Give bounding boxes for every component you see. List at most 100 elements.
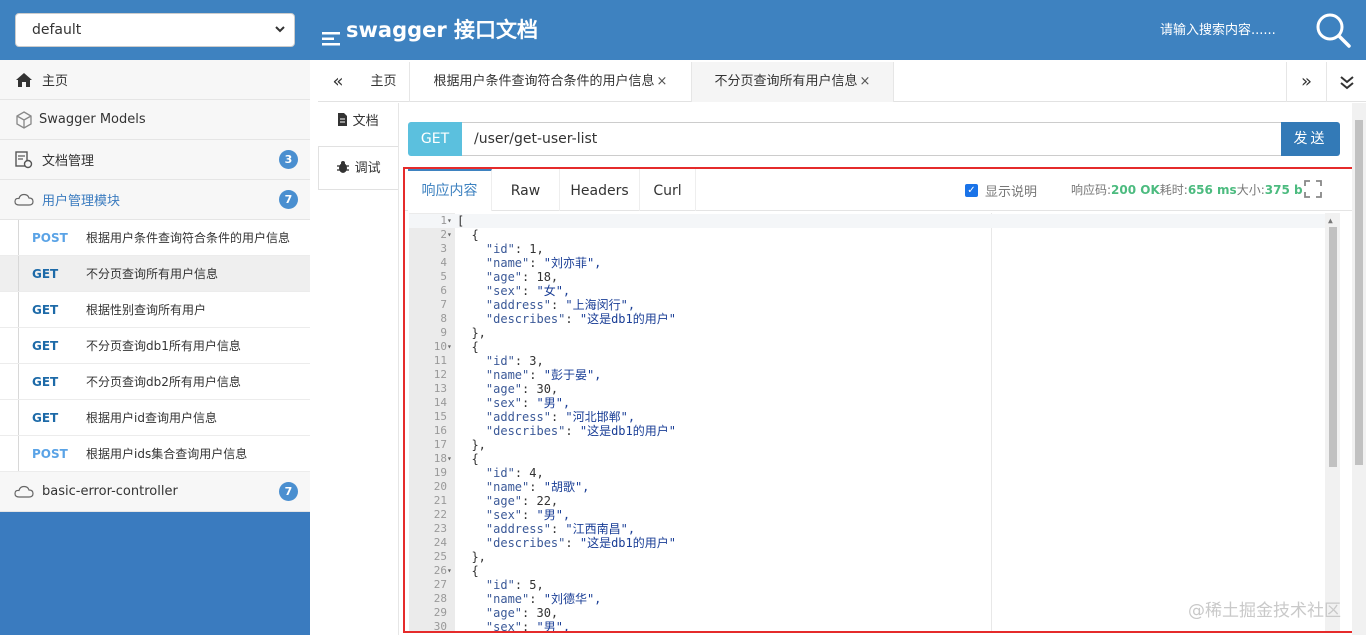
method-label: GET	[32, 410, 59, 425]
bug-icon	[336, 161, 354, 176]
tab-debug[interactable]: 调试	[318, 146, 398, 190]
tab-curl[interactable]: Curl	[640, 169, 696, 211]
doc-icon	[337, 113, 352, 129]
code-text: {	[457, 228, 479, 242]
line-number: 29	[433, 606, 447, 619]
tab-response-content[interactable]: 响应内容	[408, 169, 492, 211]
tab-home[interactable]: 主页	[358, 62, 410, 102]
method-label: GET	[32, 302, 59, 317]
page-scrollbar-thumb[interactable]	[1355, 120, 1363, 465]
line-number: 11	[433, 354, 447, 367]
code-line: 5 "age": 18,	[409, 270, 1340, 284]
tabs-prev-button[interactable]: «	[318, 62, 358, 102]
cube-icon	[14, 110, 34, 130]
code-text: "sex": "女",	[485, 284, 571, 298]
code-text: "describes": "这是db1的用户"	[485, 312, 676, 326]
code-text: "id": 1,	[485, 242, 544, 256]
checkbox-checked-icon[interactable]: ✓	[965, 183, 978, 197]
code-line: 21 "age": 22,	[409, 494, 1340, 508]
code-text: "id": 5,	[485, 578, 544, 592]
tab-label: 不分页查询所有用户信息	[714, 74, 858, 89]
api-label: 根据用户ids集合查询用户信息	[86, 447, 248, 461]
sidebar-item-label: 文档管理	[42, 154, 95, 169]
code-line: 17 },	[409, 438, 1340, 452]
search-input[interactable]: 请输入搜索内容......	[1160, 20, 1300, 42]
api-item[interactable]: GET 根据用户id查询用户信息	[0, 400, 310, 436]
api-item[interactable]: GET 根据性别查询所有用户	[0, 292, 310, 328]
api-item[interactable]: POST 根据用户ids集合查询用户信息	[0, 436, 310, 472]
fold-arrow-icon[interactable]: ▾	[447, 452, 455, 466]
response-tabs: 响应内容 Raw Headers Curl ✓ 显示说明 响应码:200 OK耗…	[405, 169, 1352, 211]
api-item[interactable]: GET 不分页查询所有用户信息	[0, 256, 310, 292]
fold-arrow-icon[interactable]: ▾	[447, 340, 455, 354]
code-line: 22 "sex": "男",	[409, 508, 1340, 522]
tab-headers[interactable]: Headers	[560, 169, 640, 211]
count-badge: 7	[279, 190, 298, 209]
count-badge: 3	[279, 150, 298, 169]
close-icon[interactable]: ×	[657, 74, 668, 89]
tab-bar: « 主页 根据用户条件查询符合条件的用户信息 × 不分页查询所有用户信息 × »	[318, 62, 1366, 102]
sidebar-item-user-module[interactable]: 用户管理模块 7	[0, 180, 310, 220]
line-number: 30	[433, 620, 447, 633]
sidebar-item-error-controller[interactable]: basic-error-controller 7	[0, 472, 310, 512]
fold-arrow-icon[interactable]: ▾	[447, 214, 455, 228]
line-number: 19	[433, 466, 447, 479]
brand-title: swagger 接口文档	[346, 18, 539, 42]
menu-icon[interactable]	[322, 23, 340, 46]
tab-get-user-list[interactable]: 不分页查询所有用户信息 ×	[692, 62, 894, 102]
code-text: "describes": "这是db1的用户"	[485, 536, 676, 550]
code-text: "name": "胡歌",	[485, 480, 590, 494]
request-bar: GET /user/get-user-list 发送	[408, 122, 1340, 156]
tab-label: 文档	[352, 114, 379, 129]
code-text: "age": 30,	[485, 382, 559, 396]
tabs-next-button[interactable]: »	[1286, 62, 1326, 102]
tab-raw[interactable]: Raw	[492, 169, 560, 211]
group-select[interactable]: default	[15, 13, 295, 47]
line-number: 17	[433, 438, 447, 451]
line-number: 4	[440, 256, 447, 269]
close-icon[interactable]: ×	[860, 74, 871, 89]
code-text: {	[457, 564, 479, 578]
fold-arrow-icon[interactable]: ▾	[447, 228, 455, 242]
code-line: 4 "name": "刘亦菲",	[409, 256, 1340, 270]
send-button[interactable]: 发送	[1281, 122, 1340, 156]
api-label: 根据用户条件查询符合条件的用户信息	[86, 231, 291, 245]
fullscreen-icon[interactable]	[1303, 179, 1323, 199]
response-editor[interactable]: 1 ▾[2 ▾ {3 "id": 1, 4 "name": "刘亦菲", 5 "age"…	[409, 213, 1340, 633]
show-desc-checkbox[interactable]: ✓ 显示说明	[965, 181, 1037, 200]
line-number: 20	[433, 480, 447, 493]
api-item[interactable]: GET 不分页查询db2所有用户信息	[0, 364, 310, 400]
code-line: 12 "name": "彭于晏",	[409, 368, 1340, 382]
url-input[interactable]: /user/get-user-list	[462, 122, 1282, 156]
api-label: 根据性别查询所有用户	[86, 303, 207, 317]
code-line: 3 "id": 1,	[409, 242, 1340, 256]
count-badge: 7	[279, 482, 298, 501]
code-line: 6 "sex": "女",	[409, 284, 1340, 298]
time-label: 耗时:	[1159, 183, 1188, 197]
method-label: POST	[32, 230, 68, 245]
sidebar-item-home[interactable]: 主页	[0, 60, 310, 100]
fold-arrow-icon[interactable]: ▾	[447, 564, 455, 578]
code-line: 24 "describes": "这是db1的用户"	[409, 536, 1340, 550]
search-icon[interactable]	[1313, 10, 1353, 50]
line-number: 8	[440, 312, 447, 325]
scroll-up-icon[interactable]: ▲	[1328, 216, 1333, 225]
method-label: GET	[32, 338, 59, 353]
sidebar-item-models[interactable]: Swagger Models	[0, 100, 310, 140]
tab-doc[interactable]: 文档	[318, 100, 398, 144]
api-item[interactable]: POST 根据用户条件查询符合条件的用户信息	[0, 220, 310, 256]
api-item[interactable]: GET 不分页查询db1所有用户信息	[0, 328, 310, 364]
tab-query-by-condition[interactable]: 根据用户条件查询符合条件的用户信息 ×	[410, 62, 692, 102]
sidebar-item-doc-manage[interactable]: 文档管理 3	[0, 140, 310, 180]
editor-scrollbar-thumb[interactable]	[1329, 227, 1337, 467]
tabs-menu-icon[interactable]	[1326, 62, 1366, 102]
code-line: 13 "age": 30,	[409, 382, 1340, 396]
cloud-icon	[14, 190, 34, 210]
method-label: GET	[32, 374, 59, 389]
line-number: 27	[433, 578, 447, 591]
response-time: 656 ms	[1187, 183, 1237, 197]
line-number: 23	[433, 522, 447, 535]
code-line: 9 },	[409, 326, 1340, 340]
status-code: 200 OK	[1111, 183, 1160, 197]
divider	[398, 103, 399, 635]
